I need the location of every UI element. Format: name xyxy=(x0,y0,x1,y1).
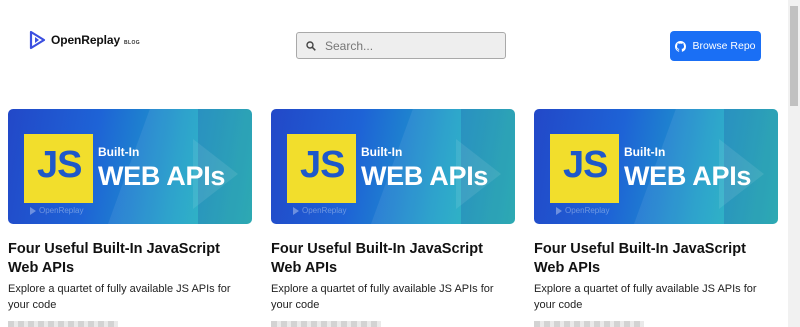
article-meta-blurred xyxy=(8,321,118,327)
js-logo-text: JS xyxy=(37,144,82,186)
article-thumbnail[interactable]: JS Built-In WEB APIs OpenReplay xyxy=(8,109,252,224)
thumb-watermark-text: OpenReplay xyxy=(565,206,610,215)
logo[interactable]: OpenReplay BLOG xyxy=(27,30,140,50)
logo-name: OpenReplay xyxy=(51,33,121,47)
search-icon xyxy=(306,40,316,51)
openreplay-watermark-icon xyxy=(30,206,36,215)
search-input[interactable]: Search... xyxy=(296,32,506,59)
article-card[interactable]: JS Built-In WEB APIs OpenReplay Four Use… xyxy=(534,109,778,327)
thumb-webapis-text: WEB APIs xyxy=(361,161,489,191)
search-placeholder: Search... xyxy=(325,38,374,53)
site-header: OpenReplay BLOG Search... Browse Repo xyxy=(0,0,788,90)
article-meta-blurred xyxy=(534,321,644,327)
article-description: Explore a quartet of fully available JS … xyxy=(534,283,757,311)
article-description: Explore a quartet of fully available JS … xyxy=(271,283,494,311)
github-icon xyxy=(675,40,687,52)
browse-repo-label: Browse Repo xyxy=(692,40,756,52)
thumb-watermark: OpenReplay xyxy=(293,206,346,215)
article-thumbnail[interactable]: JS Built-In WEB APIs OpenReplay xyxy=(534,109,778,224)
scrollbar-thumb[interactable] xyxy=(790,6,798,106)
article-meta-blurred xyxy=(271,321,381,327)
thumb-watermark-text: OpenReplay xyxy=(39,206,84,215)
thumb-builtin-text: Built-In xyxy=(361,145,403,159)
article-title[interactable]: Four Useful Built-In JavaScript Web APIs xyxy=(534,240,774,278)
thumb-watermark-text: OpenReplay xyxy=(302,206,347,215)
article-title[interactable]: Four Useful Built-In JavaScript Web APIs xyxy=(8,240,248,278)
article-title[interactable]: Four Useful Built-In JavaScript Web APIs xyxy=(271,240,511,278)
js-logo-text: JS xyxy=(563,144,608,186)
thumb-builtin-text: Built-In xyxy=(624,145,666,159)
article-card[interactable]: JS Built-In WEB APIs OpenReplay Four Use… xyxy=(271,109,515,327)
js-logo-text: JS xyxy=(300,144,345,186)
thumb-webapis-text: WEB APIs xyxy=(624,161,752,191)
openreplay-logo-icon xyxy=(27,30,47,50)
openreplay-watermark-icon xyxy=(556,206,562,215)
openreplay-watermark-icon xyxy=(293,206,299,215)
thumb-builtin-text: Built-In xyxy=(98,145,140,159)
thumb-webapis-text: WEB APIs xyxy=(98,161,226,191)
article-description: Explore a quartet of fully available JS … xyxy=(8,283,231,311)
thumb-watermark: OpenReplay xyxy=(30,206,83,215)
article-card[interactable]: JS Built-In WEB APIs OpenReplay Four Use… xyxy=(8,109,252,327)
article-thumbnail[interactable]: JS Built-In WEB APIs OpenReplay xyxy=(271,109,515,224)
browse-repo-button[interactable]: Browse Repo xyxy=(670,31,761,61)
logo-tag: BLOG xyxy=(124,40,141,46)
thumb-watermark: OpenReplay xyxy=(556,206,609,215)
